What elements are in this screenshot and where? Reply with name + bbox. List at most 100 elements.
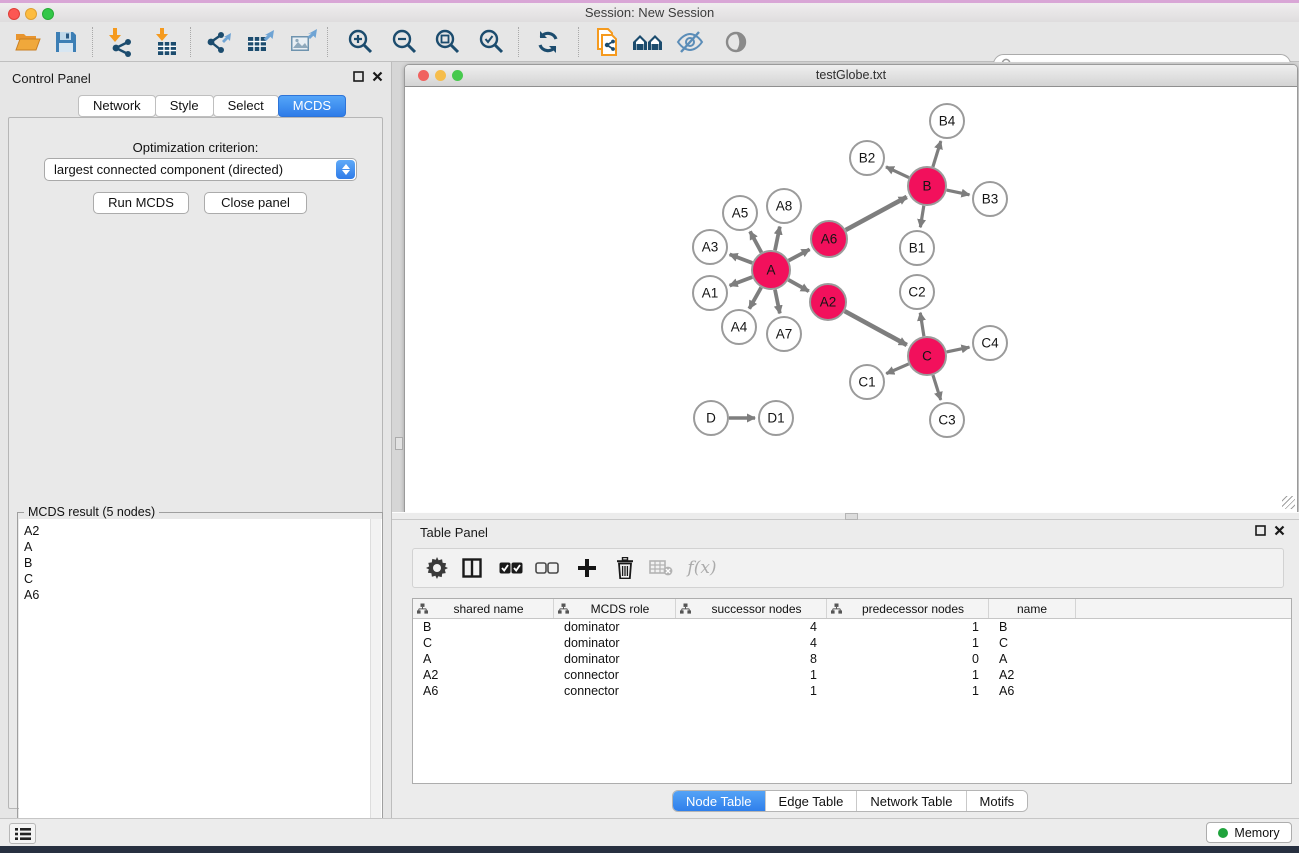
graph-node-B1[interactable]: B1: [900, 231, 934, 265]
graph-node-C3[interactable]: C3: [930, 403, 964, 437]
export-image-icon[interactable]: [287, 26, 321, 58]
graph-edge-A-A7[interactable]: [775, 290, 780, 314]
network-window-titlebar[interactable]: testGlobe.txt: [405, 65, 1297, 87]
table-row[interactable]: A6 connector 1 1 A6: [413, 683, 1291, 699]
graph-node-B3[interactable]: B3: [973, 182, 1007, 216]
refresh-icon[interactable]: [531, 26, 565, 58]
criterion-dropdown[interactable]: largest connected component (directed): [44, 158, 357, 181]
save-session-icon[interactable]: [49, 26, 83, 58]
tab-network-table[interactable]: Network Table: [857, 791, 966, 811]
splitter-handle[interactable]: [395, 437, 403, 450]
list-item[interactable]: A: [24, 539, 382, 555]
splitter-handle[interactable]: [845, 513, 858, 520]
column-header[interactable]: predecessor nodes: [827, 599, 989, 618]
export-table-icon[interactable]: [244, 26, 278, 58]
hide-selected-icon[interactable]: [673, 26, 707, 58]
column-header[interactable]: shared name: [413, 599, 554, 618]
scrollbar[interactable]: [370, 519, 381, 853]
graph-edge-A-A6[interactable]: [789, 249, 810, 260]
columns-icon[interactable]: [456, 552, 488, 584]
delete-icon[interactable]: [609, 552, 641, 584]
tab-network[interactable]: Network: [78, 95, 156, 117]
table-row[interactable]: B dominator 4 1 B: [413, 619, 1291, 635]
column-header[interactable]: name: [989, 599, 1076, 618]
run-mcds-button[interactable]: Run MCDS: [93, 192, 189, 214]
graph-edge-A-A5[interactable]: [750, 231, 761, 252]
graph-edge-A-A3[interactable]: [730, 254, 753, 263]
graph-node-A3[interactable]: A3: [693, 230, 727, 264]
open-file-icon[interactable]: [11, 26, 45, 58]
table-row[interactable]: C dominator 4 1 C: [413, 635, 1291, 651]
graph-node-A8[interactable]: A8: [767, 189, 801, 223]
graph-edge-C-C3[interactable]: [933, 375, 941, 400]
graph-edge-A6-B[interactable]: [846, 197, 907, 230]
deselect-all-icon[interactable]: [531, 552, 563, 584]
graph-node-C4[interactable]: C4: [973, 326, 1007, 360]
float-panel-icon[interactable]: [352, 71, 365, 84]
clone-network-icon[interactable]: [589, 26, 623, 58]
mcds-result-list[interactable]: A2 A B C A6: [19, 519, 382, 853]
graph-node-D[interactable]: D: [694, 401, 728, 435]
network-graph[interactable]: A5A8A3AA1A4A7A6A2B2B4BB3B1C2CC4C1C3DD1: [405, 88, 1297, 512]
graph-edge-A2-C[interactable]: [845, 311, 907, 345]
task-history-button[interactable]: [9, 823, 36, 844]
graph-node-C[interactable]: C: [908, 337, 946, 375]
horizontal-splitter[interactable]: [392, 512, 1299, 520]
table-row[interactable]: A2 connector 1 1 A2: [413, 667, 1291, 683]
function-builder-icon[interactable]: f(x): [681, 552, 723, 584]
zoom-out-icon[interactable]: [388, 26, 422, 58]
graph-node-B4[interactable]: B4: [930, 104, 964, 138]
tab-motifs[interactable]: Motifs: [967, 791, 1028, 811]
graph-edge-C-C4[interactable]: [947, 347, 970, 352]
zoom-fit-icon[interactable]: [431, 26, 465, 58]
graph-edge-B-B3[interactable]: [947, 190, 970, 195]
tab-mcds[interactable]: MCDS: [278, 95, 346, 117]
import-network-icon[interactable]: [104, 26, 138, 58]
resize-grip[interactable]: [1282, 496, 1295, 509]
column-header[interactable]: successor nodes: [676, 599, 827, 618]
list-item[interactable]: A2: [24, 523, 382, 539]
graph-edge-B-B1[interactable]: [920, 206, 923, 228]
graph-node-C1[interactable]: C1: [850, 365, 884, 399]
zoom-in-icon[interactable]: [344, 26, 378, 58]
graph-node-A7[interactable]: A7: [767, 317, 801, 351]
add-column-icon[interactable]: [571, 552, 603, 584]
graph-edge-A-A1[interactable]: [730, 277, 753, 286]
table-row[interactable]: A dominator 8 0 A: [413, 651, 1291, 667]
network-canvas[interactable]: A5A8A3AA1A4A7A6A2B2B4BB3B1C2CC4C1C3DD1: [405, 88, 1297, 512]
list-item[interactable]: C: [24, 571, 382, 587]
export-network-icon[interactable]: [202, 26, 236, 58]
list-item[interactable]: B: [24, 555, 382, 571]
tab-select[interactable]: Select: [213, 95, 279, 117]
gear-icon[interactable]: [421, 552, 453, 584]
graph-edge-B-B4[interactable]: [933, 141, 941, 167]
graph-edge-C-C1[interactable]: [886, 364, 908, 374]
graph-node-C2[interactable]: C2: [900, 275, 934, 309]
graph-edge-B-B2[interactable]: [886, 167, 909, 178]
graph-node-A[interactable]: A: [752, 251, 790, 289]
column-header[interactable]: MCDS role: [554, 599, 676, 618]
list-item[interactable]: A6: [24, 587, 382, 603]
first-neighbors-icon[interactable]: [631, 26, 665, 58]
delete-table-icon[interactable]: [645, 552, 677, 584]
tab-node-table[interactable]: Node Table: [673, 791, 766, 811]
graph-node-A1[interactable]: A1: [693, 276, 727, 310]
graph-node-A6[interactable]: A6: [811, 221, 847, 257]
graph-edge-A-A2[interactable]: [788, 280, 808, 291]
graph-node-B[interactable]: B: [908, 167, 946, 205]
select-all-icon[interactable]: [495, 552, 527, 584]
tab-edge-table[interactable]: Edge Table: [766, 791, 858, 811]
memory-button[interactable]: Memory: [1206, 822, 1292, 843]
show-all-icon[interactable]: [719, 26, 753, 58]
graph-edge-A-A8[interactable]: [775, 227, 780, 251]
graph-node-B2[interactable]: B2: [850, 141, 884, 175]
graph-node-A5[interactable]: A5: [723, 196, 757, 230]
import-table-icon[interactable]: [149, 26, 183, 58]
graph-edge-A-A4[interactable]: [749, 287, 761, 308]
close-panel-icon[interactable]: [1273, 525, 1286, 538]
network-view-window[interactable]: testGlobe.txt A5A8A3AA1A4A7A6A2B2B4BB3B1…: [404, 64, 1298, 512]
float-panel-icon[interactable]: [1254, 525, 1267, 538]
graph-node-D1[interactable]: D1: [759, 401, 793, 435]
close-panel-button[interactable]: Close panel: [204, 192, 307, 214]
tab-style[interactable]: Style: [155, 95, 214, 117]
